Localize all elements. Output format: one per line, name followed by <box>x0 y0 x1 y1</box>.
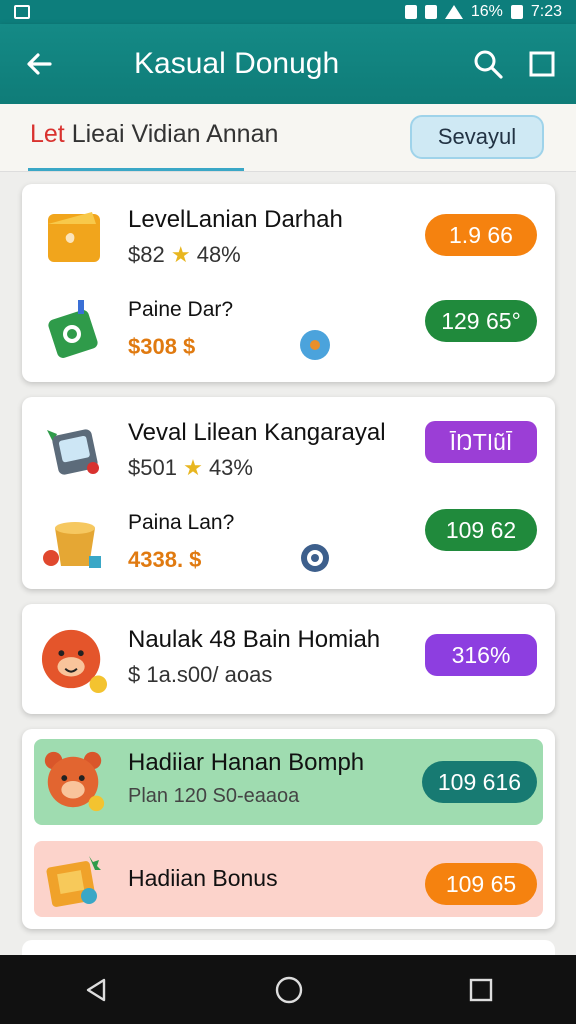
nav-recents-icon[interactable] <box>468 977 494 1003</box>
tab-indicator <box>28 168 244 171</box>
value-badge[interactable]: ĪŊTIũĪ <box>425 421 537 463</box>
row-title: Paine Dar? <box>128 298 234 321</box>
app-bar: Kasual Donugh <box>0 24 576 104</box>
donut-icon <box>298 328 332 362</box>
battery-level: 16% <box>470 3 503 20</box>
square-icon[interactable] <box>528 50 556 78</box>
tab-strip: Let Lieai Vidian Annan Sevayul <box>0 104 576 172</box>
bottle-icon <box>40 294 108 362</box>
value-badge[interactable]: 109 616 <box>421 761 537 803</box>
search-icon[interactable] <box>472 48 504 80</box>
row-subtitle: 4338. $ <box>128 547 202 572</box>
reward-card-2: Veval Lilean Kangarayal $501 ★ 43% ĪŊTIũ… <box>22 397 555 589</box>
row-title: Hadiiar Hanan Bomph <box>128 749 365 776</box>
status-bar: 16% 7:23 <box>0 0 576 24</box>
row-subtitle: Plan 120 S0-eaaoa <box>128 785 300 807</box>
row-title: LevelLanian Darhah <box>128 206 343 233</box>
row-title: Veval Lilean Kangarayal <box>128 419 386 446</box>
value-badge[interactable]: 1.9 66 <box>425 214 537 256</box>
next-card-peek <box>22 940 555 955</box>
image-icon <box>14 5 30 19</box>
gift-box-icon <box>40 847 108 915</box>
clock: 7:23 <box>530 3 562 20</box>
row-subtitle: $ 1a.s00/ aoas <box>128 662 273 687</box>
list-item[interactable]: Hadiiar Hanan Bomph Plan 120 S0-eaaoa 10… <box>22 739 555 829</box>
star-icon: ★ <box>170 242 191 267</box>
list-item[interactable]: Hadiian Bonus 109 65 <box>22 839 555 919</box>
bear-icon <box>40 747 108 815</box>
arrow-left-icon[interactable] <box>0 49 78 79</box>
page-title: Kasual Donugh <box>134 47 340 80</box>
list-item[interactable]: LevelLanian Darhah $82 ★ 48% 1.9 66 <box>22 184 555 274</box>
row-title: Hadiian Bonus <box>128 865 278 891</box>
bucket-icon <box>40 507 108 575</box>
tab-label-text: Lieai Vidian Annan <box>71 120 279 148</box>
list-item[interactable]: Naulak 48 Bain Homiah $ 1a.s00/ aoas 316… <box>22 604 555 714</box>
gear-icon <box>298 541 332 575</box>
row-subtitle: $308 $ <box>128 334 196 359</box>
value-badge[interactable]: 109 62 <box>425 509 537 551</box>
wifi-icon <box>444 5 463 19</box>
mascot-icon <box>40 626 108 694</box>
filter-pill-button[interactable]: Sevayul <box>410 115 544 159</box>
tab-active[interactable]: Let Lieai Vidian Annan <box>30 120 278 149</box>
reward-card-4: Hadiiar Hanan Bomph Plan 120 S0-eaaoa 10… <box>22 729 555 929</box>
nav-back-icon[interactable] <box>82 976 110 1004</box>
signal-icon <box>424 5 437 19</box>
list-item[interactable]: Paine Dar? $308 $ 129 65° <box>22 276 555 366</box>
tab-label-prefix: Let <box>30 120 65 148</box>
value-badge[interactable]: 129 65° <box>425 300 537 342</box>
reward-card-3: Naulak 48 Bain Homiah $ 1a.s00/ aoas 316… <box>22 604 555 714</box>
row-title: Paina Lan? <box>128 511 235 534</box>
star-icon: ★ <box>183 455 203 480</box>
battery-icon <box>510 5 523 19</box>
nav-home-icon[interactable] <box>274 975 304 1005</box>
value-badge[interactable]: 316% <box>425 634 537 676</box>
list-item[interactable]: Veval Lilean Kangarayal $501 ★ 43% ĪŊTIũ… <box>22 397 555 487</box>
tablet-icon <box>40 415 108 483</box>
value-badge[interactable]: 109 65 <box>425 863 537 905</box>
row-title: Naulak 48 Bain Homiah <box>128 626 381 653</box>
reward-card-1: LevelLanian Darhah $82 ★ 48% 1.9 66 Pain… <box>22 184 555 382</box>
list-item[interactable]: Paina Lan? 4338. $ 109 62 <box>22 489 555 579</box>
vibrate-icon <box>404 5 417 19</box>
row-subtitle: $501 ★ 43% <box>128 455 253 480</box>
system-nav-bar <box>0 955 576 1024</box>
wallet-icon <box>40 202 108 270</box>
row-subtitle: $82 ★ 48% <box>128 242 241 267</box>
